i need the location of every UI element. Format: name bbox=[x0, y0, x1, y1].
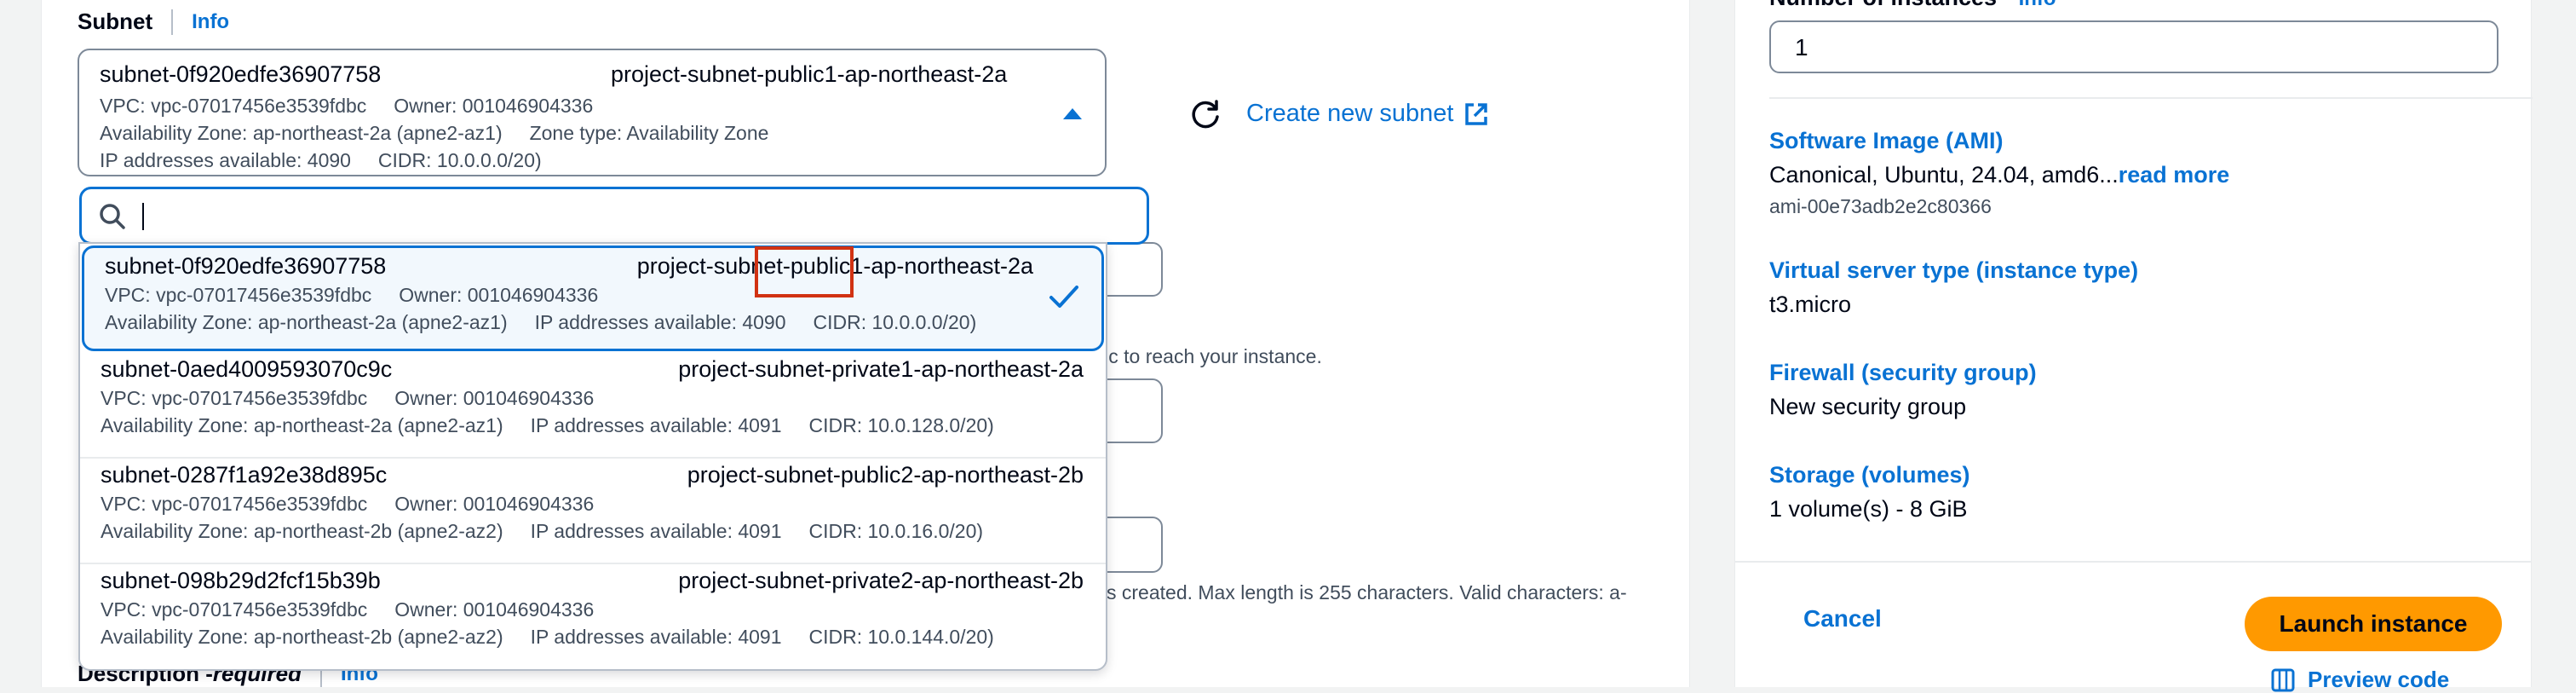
subnet-label: Subnet bbox=[78, 9, 153, 34]
option-subnet-name: project-subnet-private1-ap-northeast-2a bbox=[678, 356, 1084, 382]
ami-id: ami-00e73adb2e2c80366 bbox=[1769, 195, 1992, 217]
option-az-ip-cidr: Availability Zone: ap-northeast-2a (apne… bbox=[101, 414, 994, 436]
divider bbox=[1735, 561, 2531, 563]
subnet-dropdown-list: subnet-0f920edfe36907758 project-subnet-… bbox=[78, 242, 1107, 671]
subnet-option[interactable]: subnet-0aed4009593070c9c project-subnet-… bbox=[80, 351, 1106, 457]
create-new-subnet-link[interactable]: Create new subnet bbox=[1246, 100, 1489, 128]
instances-label-text: Number of instances bbox=[1769, 0, 1997, 10]
selected-subnet-ip: IP addresses available: 4090 CIDR: 10.0.… bbox=[100, 149, 542, 171]
caret-up-icon[interactable] bbox=[1063, 108, 1082, 119]
text-cursor bbox=[142, 203, 144, 230]
storage-title-link[interactable]: Storage (volumes) bbox=[1769, 462, 1970, 488]
ami-value: Canonical, Ubuntu, 24.04, amd6...read mo… bbox=[1769, 162, 2229, 188]
option-subnet-id: subnet-098b29d2fcf15b39b bbox=[101, 568, 381, 593]
subnet-option[interactable]: subnet-0287f1a92e38d895c project-subnet-… bbox=[80, 457, 1106, 563]
option-vpc-owner: VPC: vpc-07017456e3539fdbc Owner: 001046… bbox=[101, 493, 595, 515]
preview-code-button[interactable]: Preview code bbox=[2270, 667, 2449, 693]
option-subnet-id: subnet-0aed4009593070c9c bbox=[101, 356, 393, 382]
selected-subnet-id: subnet-0f920edfe36907758 bbox=[100, 61, 382, 87]
subnet-option[interactable]: subnet-0f920edfe36907758 project-subnet-… bbox=[82, 245, 1104, 351]
label-separator bbox=[171, 9, 174, 35]
option-subnet-name: project-subnet-public2-ap-northeast-2b bbox=[687, 462, 1084, 488]
hint-text-2: s created. Max length is 255 characters.… bbox=[1107, 581, 1627, 603]
instances-value: 1 bbox=[1795, 34, 1808, 61]
option-vpc-owner: VPC: vpc-07017456e3539fdbc Owner: 001046… bbox=[101, 598, 595, 621]
instances-info-link[interactable]: Info bbox=[2019, 0, 2056, 10]
instance-type-title-link[interactable]: Virtual server type (instance type) bbox=[1769, 257, 2138, 284]
option-subnet-id: subnet-0f920edfe36907758 bbox=[105, 253, 387, 279]
subnet-info-link[interactable]: Info bbox=[192, 10, 229, 34]
instance-type-value: t3.micro bbox=[1769, 292, 1852, 317]
subnet-search-input[interactable] bbox=[79, 187, 1149, 245]
selected-subnet-name: project-subnet-public1-ap-northeast-2a bbox=[611, 61, 1008, 87]
storage-value: 1 volume(s) - 8 GiB bbox=[1769, 496, 1968, 522]
firewall-value: New security group bbox=[1769, 394, 1967, 419]
ami-title-link[interactable]: Software Image (AMI) bbox=[1769, 128, 2004, 154]
check-icon bbox=[1049, 286, 1078, 308]
code-icon bbox=[2271, 668, 2295, 691]
option-az-ip-cidr: Availability Zone: ap-northeast-2b (apne… bbox=[101, 520, 984, 542]
hint-text-1: affic to reach your instance. bbox=[1083, 345, 1322, 367]
launch-instance-button[interactable]: Launch instance bbox=[2245, 597, 2502, 651]
create-new-subnet-label: Create new subnet bbox=[1246, 100, 1454, 127]
firewall-title-link[interactable]: Firewall (security group) bbox=[1769, 360, 2037, 386]
subnet-label-row: Subnet Info bbox=[78, 9, 229, 35]
instances-label: Number of instances Info bbox=[1769, 0, 2056, 11]
option-vpc-owner: VPC: vpc-07017456e3539fdbc Owner: 001046… bbox=[105, 284, 599, 306]
preview-code-label: Preview code bbox=[2308, 667, 2450, 692]
selected-subnet-vpc: VPC: vpc-07017456e3539fdbc Owner: 001046… bbox=[100, 95, 594, 117]
subnet-option[interactable]: subnet-098b29d2fcf15b39b project-subnet-… bbox=[80, 563, 1106, 668]
cancel-button[interactable]: Cancel bbox=[1803, 605, 1882, 632]
number-of-instances-input[interactable]: 1 bbox=[1769, 20, 2498, 73]
search-icon bbox=[100, 204, 125, 229]
option-az-ip-cidr: Availability Zone: ap-northeast-2a (apne… bbox=[105, 311, 977, 333]
summary-panel: Number of instances Info 1 Software Imag… bbox=[1734, 0, 2533, 692]
option-vpc-owner: VPC: vpc-07017456e3539fdbc Owner: 001046… bbox=[101, 387, 595, 409]
ami-value-text: Canonical, Ubuntu, 24.04, amd6... bbox=[1769, 162, 2119, 188]
external-link-icon bbox=[1465, 102, 1488, 125]
option-subnet-name: project-subnet-private2-ap-northeast-2b bbox=[678, 568, 1084, 593]
subnet-select[interactable]: subnet-0f920edfe36907758 project-subnet-… bbox=[78, 49, 1107, 176]
option-subnet-id: subnet-0287f1a92e38d895c bbox=[101, 462, 388, 488]
option-az-ip-cidr: Availability Zone: ap-northeast-2b (apne… bbox=[101, 626, 994, 648]
read-more-link[interactable]: read more bbox=[2119, 162, 2230, 188]
refresh-icon[interactable] bbox=[1187, 96, 1224, 134]
selected-subnet-az: Availability Zone: ap-northeast-2a (apne… bbox=[100, 122, 769, 144]
divider bbox=[1769, 97, 2533, 99]
annotation-highlight-box bbox=[755, 246, 854, 297]
